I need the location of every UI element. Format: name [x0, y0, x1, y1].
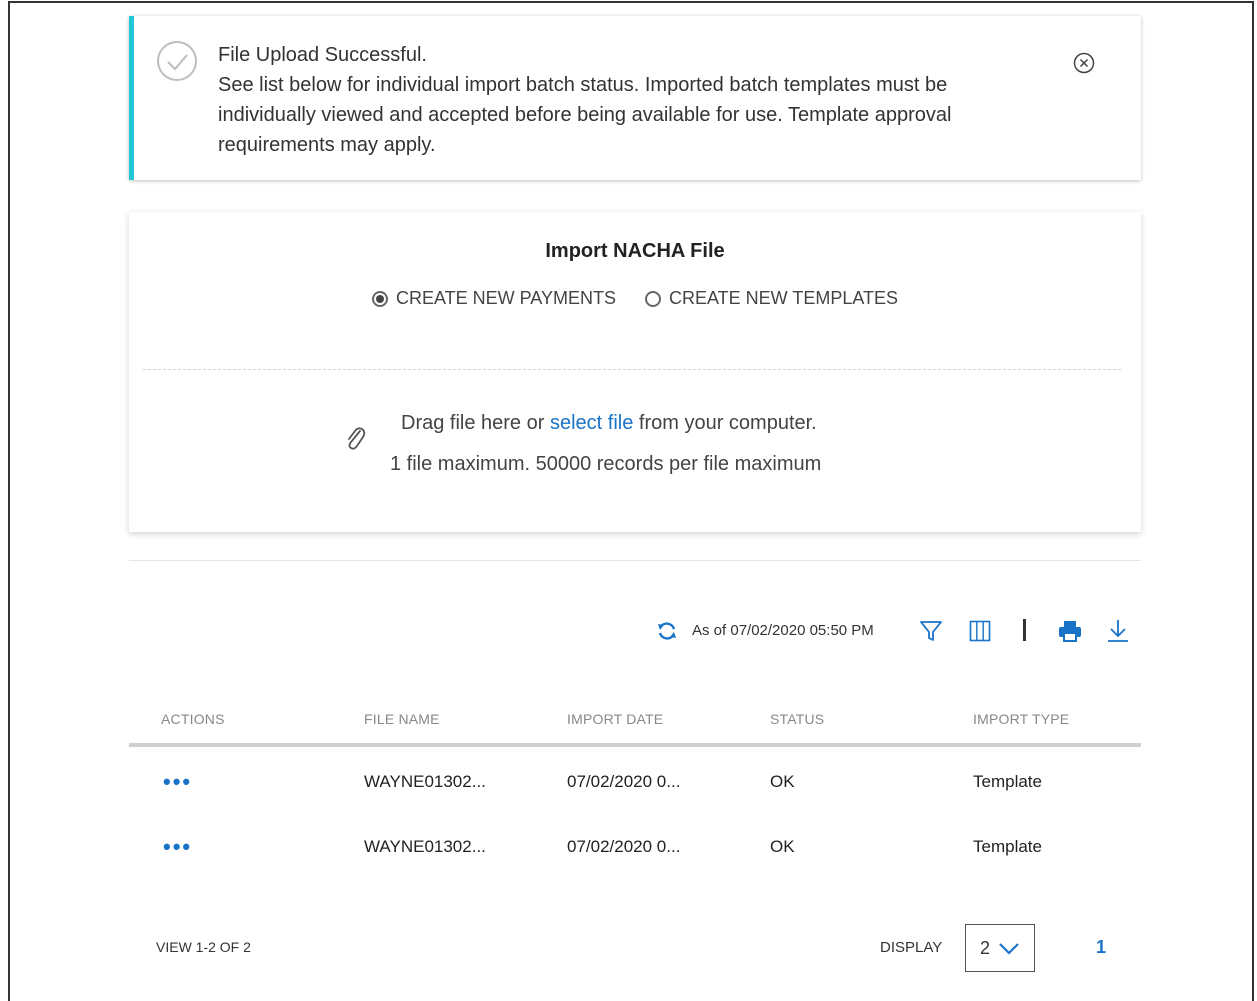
cell-file-name: WAYNE01302...	[364, 837, 486, 856]
refresh-icon[interactable]	[656, 620, 678, 642]
select-file-link[interactable]: select file	[550, 412, 633, 434]
cell-import-type: Template	[973, 772, 1042, 791]
download-icon[interactable]	[1106, 618, 1130, 644]
cell-status: OK	[770, 837, 795, 856]
drop-suffix: from your computer.	[633, 412, 817, 434]
cell-import-date: 07/02/2020 0...	[567, 772, 681, 791]
section-divider	[129, 560, 1141, 561]
alert-line-2: individually viewed and accepted before …	[218, 104, 952, 126]
column-header-status[interactable]: STATUS	[770, 711, 824, 727]
file-limits: 1 file maximum. 50000 records per file m…	[390, 453, 822, 475]
filter-icon[interactable]	[919, 619, 943, 643]
display-label: DISPLAY	[880, 939, 943, 956]
toolbar-separator	[1023, 619, 1026, 641]
table-header-divider	[129, 743, 1141, 747]
import-mode-radio-group: CREATE NEW PAYMENTS CREATE NEW TEMPLATES	[129, 288, 1141, 312]
radio-label: CREATE NEW PAYMENTS	[395, 288, 616, 308]
alert-title: File Upload Successful.	[218, 44, 427, 66]
cell-file-name: WAYNE01302...	[364, 772, 486, 791]
view-count: VIEW 1-2 OF 2	[156, 939, 251, 955]
chevron-down-icon	[999, 943, 1019, 955]
paperclip-icon	[348, 427, 366, 450]
drop-zone-instructions[interactable]: Drag file here or select file from your …	[401, 412, 817, 435]
pagination-page-1[interactable]: 1	[1096, 937, 1106, 958]
columns-icon[interactable]	[968, 619, 992, 643]
radio-create-new-templates[interactable]: CREATE NEW TEMPLATES	[645, 288, 898, 309]
print-icon[interactable]	[1057, 619, 1083, 643]
cell-import-type: Template	[973, 837, 1042, 856]
dashed-divider	[143, 369, 1121, 370]
radio-create-new-payments[interactable]: CREATE NEW PAYMENTS	[371, 288, 616, 309]
radio-label: CREATE NEW TEMPLATES	[669, 288, 899, 308]
close-icon[interactable]	[1073, 52, 1095, 74]
column-header-file-name[interactable]: FILE NAME	[364, 711, 440, 727]
last-updated-text: As of 07/02/2020 05:50 PM	[692, 622, 874, 639]
alert-message: File Upload Successful. See list below f…	[218, 40, 1038, 160]
row-actions-menu[interactable]: •••	[163, 771, 192, 793]
radio-button[interactable]	[645, 290, 661, 307]
drop-prefix: Drag file here or	[401, 412, 550, 434]
page-size-select[interactable]: 2	[965, 924, 1035, 972]
cell-import-date: 07/02/2020 0...	[567, 837, 681, 856]
radio-button[interactable]	[371, 290, 388, 307]
alert-line-1: See list below for individual import bat…	[218, 74, 948, 96]
success-alert: File Upload Successful. See list below f…	[129, 16, 1141, 180]
column-header-import-type[interactable]: IMPORT TYPE	[973, 711, 1069, 727]
import-card: Import NACHA File CREATE NEW PAYMENTS CR…	[129, 212, 1141, 532]
column-header-actions[interactable]: ACTIONS	[161, 711, 225, 727]
cell-status: OK	[770, 772, 795, 791]
check-circle-icon	[157, 41, 197, 81]
card-title: Import NACHA File	[545, 240, 725, 262]
column-header-import-date[interactable]: IMPORT DATE	[567, 711, 663, 727]
row-actions-menu[interactable]: •••	[163, 836, 192, 858]
alert-line-3: requirements may apply.	[218, 134, 436, 156]
page-size-value: 2	[980, 938, 991, 958]
